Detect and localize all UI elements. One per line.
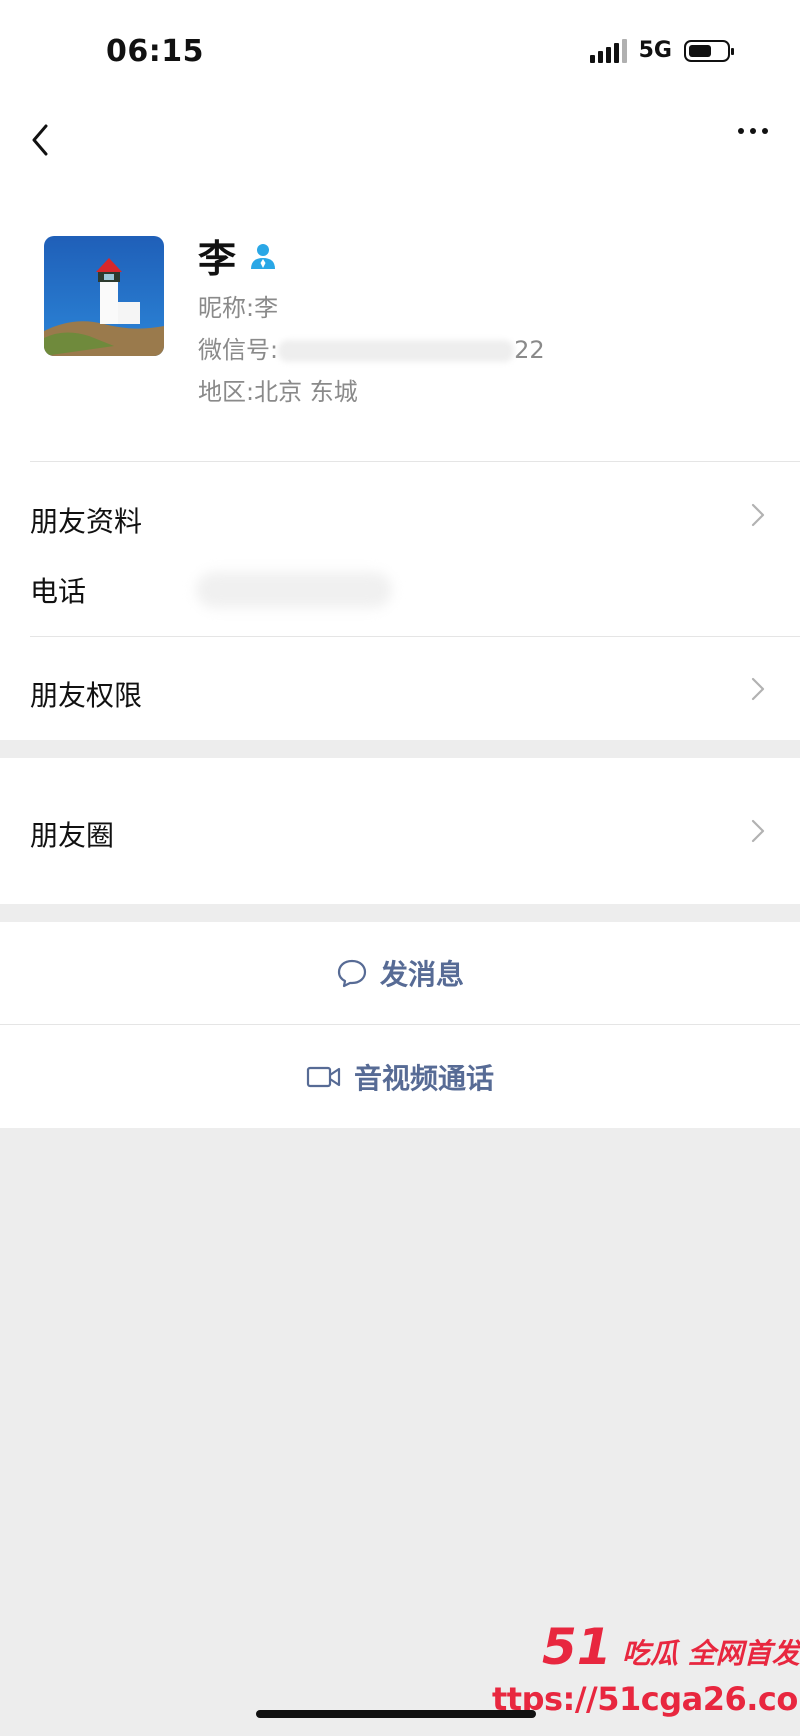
watermark: 51 吃瓜 全网首发 ttps://51cga26.com — [492, 1618, 800, 1728]
dot — [738, 128, 744, 134]
divider — [30, 461, 800, 462]
wechat-id-suffix: 22 — [514, 336, 545, 364]
back-button[interactable] — [26, 120, 56, 160]
divider — [30, 636, 800, 637]
verified-user-icon — [251, 243, 276, 269]
phone-label: 电话 — [30, 575, 87, 608]
network-label: 5G — [638, 38, 672, 63]
friend-info-row[interactable]: 朋友资料 — [0, 470, 800, 560]
avatar[interactable] — [44, 236, 164, 356]
friend-info-label: 朋友资料 — [30, 505, 143, 538]
wechat-id-redacted — [278, 340, 515, 362]
video-call-label: 音视频通话 — [353, 1062, 494, 1095]
watermark-logo: 51 — [542, 1618, 612, 1676]
lighthouse-image — [44, 236, 164, 356]
contact-name: 李 — [198, 237, 237, 281]
send-message-label: 发消息 — [379, 958, 464, 991]
status-time: 06:15 — [106, 34, 204, 69]
profile-panel — [0, 0, 800, 740]
friend-permissions-row[interactable]: 朋友权限 — [0, 640, 800, 740]
divider — [0, 1024, 800, 1025]
battery-icon — [684, 39, 734, 62]
home-indicator[interactable] — [256, 1710, 536, 1718]
phone-redacted — [196, 572, 392, 608]
chevron-right-icon — [751, 503, 765, 527]
dot — [750, 128, 756, 134]
video-call-button[interactable]: 音视频通话 — [0, 1026, 800, 1128]
chat-bubble-icon — [337, 959, 367, 988]
wechat-id-row: 微信号: 22 — [198, 330, 545, 365]
watermark-url: ttps://51cga26.com — [492, 1680, 800, 1718]
chevron-right-icon — [751, 819, 765, 843]
name-row: 李 — [198, 228, 278, 283]
chevron-left-icon — [32, 124, 48, 156]
wechat-id-label: 微信号: — [198, 336, 279, 364]
signal-icon — [589, 38, 627, 63]
more-button[interactable] — [738, 128, 768, 134]
friend-permissions-label: 朋友权限 — [30, 679, 143, 712]
dot — [762, 128, 768, 134]
moments-label: 朋友圈 — [30, 819, 115, 852]
moments-row[interactable]: 朋友圈 — [0, 758, 800, 904]
chevron-right-icon — [751, 677, 765, 701]
nickname: 昵称:李 — [198, 294, 279, 322]
video-camera-icon — [306, 1066, 341, 1088]
watermark-text: 吃瓜 全网首发 — [622, 1637, 800, 1670]
region: 地区:北京 东城 — [198, 378, 358, 406]
status-indicators: 5G — [589, 38, 734, 63]
send-message-button[interactable]: 发消息 — [0, 922, 800, 1024]
